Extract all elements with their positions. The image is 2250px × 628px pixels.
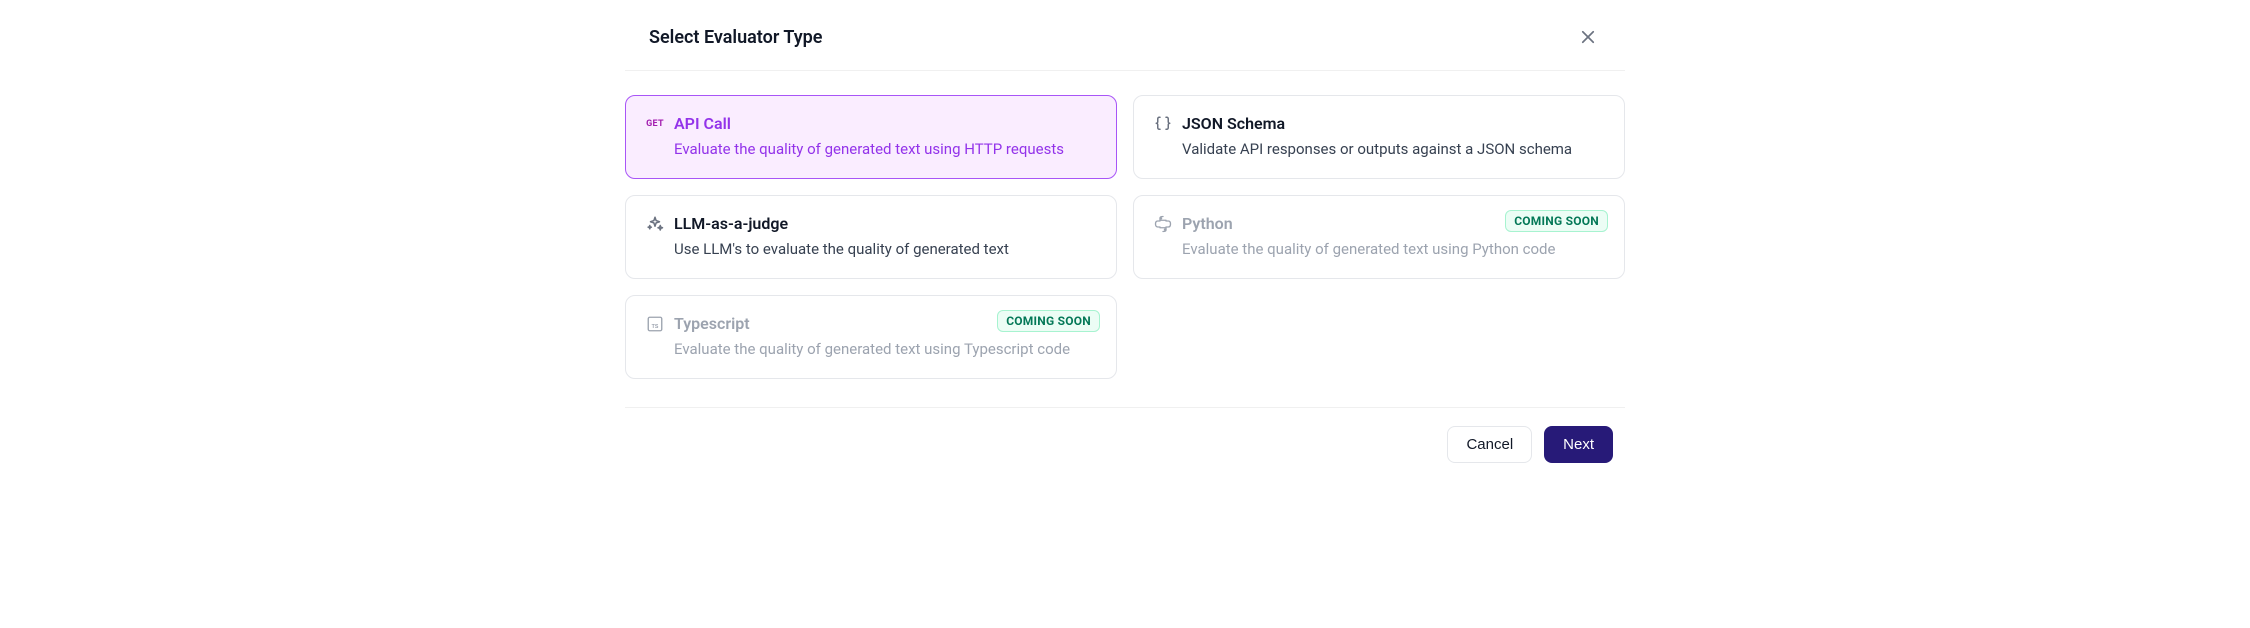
svg-text:TS: TS xyxy=(652,323,659,329)
option-title: Typescript xyxy=(674,314,750,333)
option-title: API Call xyxy=(674,114,731,133)
modal-title: Select Evaluator Type xyxy=(649,27,822,48)
get-badge-icon: GET xyxy=(646,115,664,133)
sparkles-icon xyxy=(646,215,664,233)
python-icon xyxy=(1154,215,1172,233)
option-llm-judge[interactable]: LLM-as-a-judge Use LLM's to evaluate the… xyxy=(625,195,1117,279)
coming-soon-badge: COMING SOON xyxy=(1505,210,1608,232)
modal-header: Select Evaluator Type xyxy=(625,0,1625,71)
option-title: LLM-as-a-judge xyxy=(674,214,788,233)
option-title: Python xyxy=(1182,214,1233,233)
close-button[interactable] xyxy=(1575,24,1601,50)
coming-soon-badge: COMING SOON xyxy=(997,310,1100,332)
option-header: JSON Schema xyxy=(1154,114,1604,133)
option-header: LLM-as-a-judge xyxy=(646,214,1096,233)
option-title: JSON Schema xyxy=(1182,114,1285,133)
option-json-schema[interactable]: JSON Schema Validate API responses or ou… xyxy=(1133,95,1625,179)
option-python: COMING SOON Python Evaluate the quality … xyxy=(1133,195,1625,279)
evaluator-options-grid: GET API Call Evaluate the quality of gen… xyxy=(625,95,1625,379)
option-api-call[interactable]: GET API Call Evaluate the quality of gen… xyxy=(625,95,1117,179)
option-header: GET API Call xyxy=(646,114,1096,133)
close-icon xyxy=(1579,28,1597,46)
option-description: Evaluate the quality of generated text u… xyxy=(674,339,1096,360)
next-button[interactable]: Next xyxy=(1544,426,1613,463)
option-description: Evaluate the quality of generated text u… xyxy=(1182,239,1604,260)
option-description: Evaluate the quality of generated text u… xyxy=(674,139,1096,160)
modal-body: GET API Call Evaluate the quality of gen… xyxy=(625,71,1625,407)
option-typescript: COMING SOON TS Typescript Evaluate the q… xyxy=(625,295,1117,379)
cancel-button[interactable]: Cancel xyxy=(1447,426,1532,463)
braces-icon xyxy=(1154,115,1172,133)
modal-footer: Cancel Next xyxy=(625,407,1625,481)
option-description: Use LLM's to evaluate the quality of gen… xyxy=(674,239,1096,260)
option-description: Validate API responses or outputs agains… xyxy=(1182,139,1604,160)
typescript-icon: TS xyxy=(646,315,664,333)
select-evaluator-modal: Select Evaluator Type GET API Call Evalu… xyxy=(625,0,1625,481)
